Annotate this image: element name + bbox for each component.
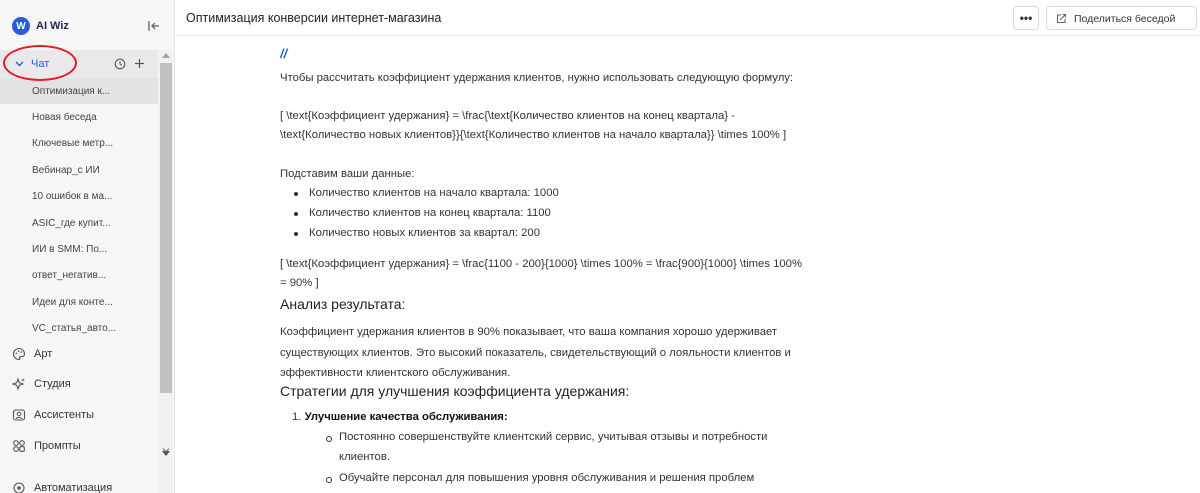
strategies-heading: Стратегии для улучшения коэффициента уде… [280,383,630,399]
palette-icon [13,347,26,361]
strategy-item: 1. Улучшение качества обслуживания: [292,408,508,427]
sidebar-item-assistants[interactable]: Ассистенты [0,401,158,429]
list-item: Обучайте персонал для повышения уровня о… [280,469,810,489]
brand-logo-icon: W [12,17,30,35]
automation-icon [13,482,25,493]
conversation-item[interactable]: Идеи для конте... [0,289,158,315]
analysis-heading: Анализ результата: [280,296,406,312]
conversation-item[interactable]: 10 ошибок в ма... [0,184,158,210]
substitute-text: Подставим ваши данные: [280,168,415,180]
list-item: Постоянно совершенствуйте клиентский сер… [280,428,810,468]
scroll-up-arrow-icon[interactable] [162,53,170,58]
more-options-button[interactable]: ••• [1013,6,1039,30]
sidebar-item-automation[interactable]: Автоматизация [0,474,158,493]
new-chat-plus-icon[interactable] [134,58,145,69]
analysis-text: Коэффициент удержания клиентов в 90% пок… [280,326,791,379]
brand[interactable]: W AI Wiz [12,16,69,36]
share-icon [1056,13,1067,24]
sparkle-icon [12,377,25,391]
sidebar-item-label: Ассистенты [34,409,95,421]
strategy-number: 1. [292,411,302,423]
sidebar-item-prompts[interactable]: Промпты [0,432,158,460]
sidebar-item-label: Арт [34,348,53,360]
sidebar-item-studio[interactable]: Студия [0,370,158,398]
more-dots-icon: ••• [1019,11,1033,25]
annotation-circle [3,45,77,81]
conversation-item[interactable]: Ключевые метр... [0,131,158,157]
scrollbar-thumb[interactable] [160,63,172,393]
conversation-item[interactable]: Оптимизация к... [0,78,158,105]
list-item: Количество новых клиентов за квартал: 20… [280,224,810,244]
list-item: Количество клиентов на конец квартала: 1… [280,204,810,224]
history-icon[interactable] [114,58,126,70]
formula-text: [ \text{Коэффициент удержания} = \frac{\… [280,110,787,142]
sidebar-item-label: Промпты [34,440,81,452]
conversation-item[interactable]: ИИ в SMM: По... [0,236,158,262]
share-conversation-button[interactable]: Поделиться беседой [1046,6,1197,30]
calculation-text: [ \text{Коэффициент удержания} = \frac{1… [280,258,803,290]
page-title: Оптимизация конверсии интернет-магазина [186,11,442,25]
conversation-item[interactable]: VC_статья_авто... [0,316,158,342]
conversation-item[interactable]: Вебинар_с ИИ [0,157,158,183]
top-bar: Оптимизация конверсии интернет-магазина … [175,0,1200,36]
strategy-sublist: Постоянно совершенствуйте клиентский сер… [280,428,810,488]
conversation-list: Оптимизация к... Новая беседа Ключевые м… [0,78,158,342]
conversation-item[interactable]: ASIC_где купит... [0,210,158,236]
sidebar-item-label: Студия [34,378,71,390]
brand-name: AI Wiz [36,20,69,32]
strategy-title: Улучшение качества обслуживания: [304,411,508,423]
conversation-item[interactable]: ответ_негатив... [0,263,158,289]
intro-text: Чтобы рассчитать коэффициент удержания к… [280,72,794,84]
share-button-label: Поделиться беседой [1074,13,1176,25]
chevron-down-icon [162,448,170,453]
sidebar-item-label: Автоматизация [34,482,113,493]
sidebar-item-art[interactable]: Арт [0,340,158,368]
collapse-sidebar-icon[interactable] [147,19,161,33]
chat-message: // Чтобы рассчитать коэффициент удержани… [280,36,820,493]
grid-icon [13,440,25,452]
list-item: Количество клиентов на начало квартала: … [280,184,810,204]
conversation-item[interactable]: Новая беседа [0,104,158,130]
data-list: Количество клиентов на начало квартала: … [280,184,810,243]
message-marker: // [280,46,288,61]
assistant-icon [12,409,26,421]
